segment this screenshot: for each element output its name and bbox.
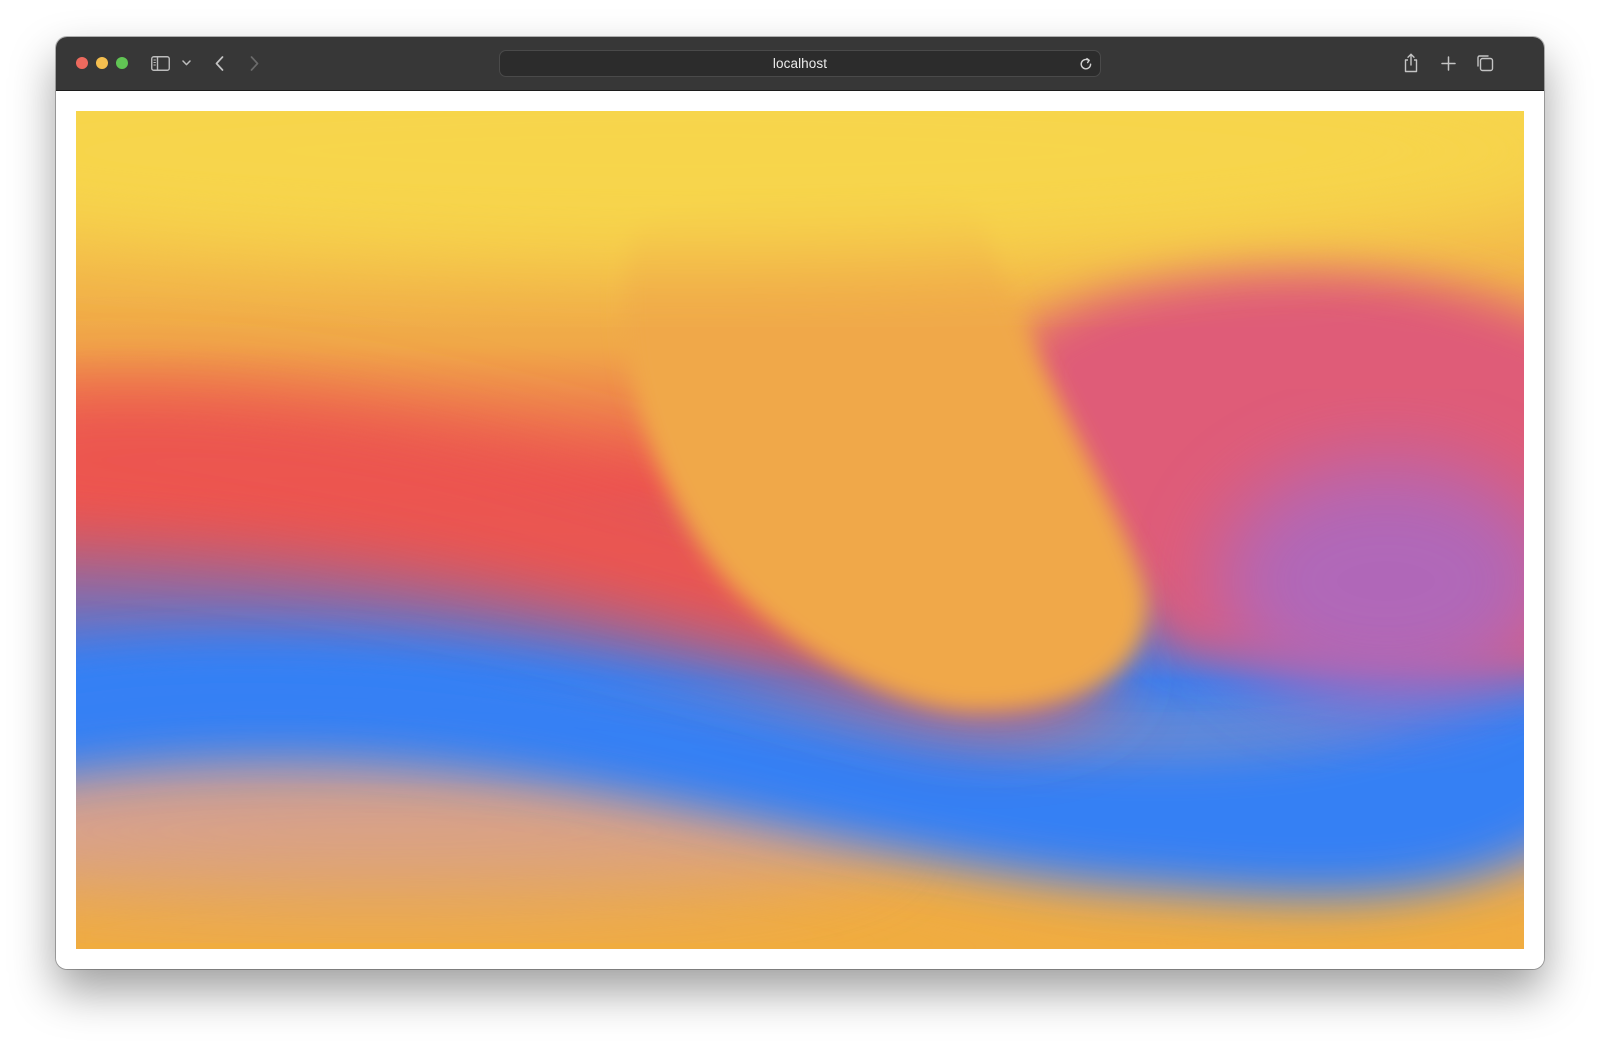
tabs-overview-icon [1477, 55, 1494, 72]
sidebar-menu-button[interactable] [180, 57, 192, 69]
minimize-window-button[interactable] [96, 57, 108, 69]
close-window-button[interactable] [76, 57, 88, 69]
share-icon [1404, 53, 1418, 73]
new-tab-button[interactable] [1438, 53, 1458, 73]
tab-overview-button[interactable] [1475, 53, 1495, 73]
share-button[interactable] [1401, 51, 1421, 75]
mesh-gradient-artwork [76, 111, 1524, 949]
browser-window: localhost [56, 37, 1544, 969]
back-icon [215, 55, 223, 71]
forward-icon [250, 55, 258, 71]
sidebar-toggle-button[interactable] [150, 54, 170, 72]
reload-icon [1080, 57, 1092, 70]
forward-button[interactable] [246, 53, 262, 73]
maximize-window-button[interactable] [116, 57, 128, 69]
address-bar[interactable]: localhost [499, 50, 1101, 77]
chevron-down-icon [181, 60, 191, 66]
gradient-canvas [76, 111, 1524, 949]
back-button[interactable] [211, 53, 227, 73]
plus-icon [1440, 55, 1456, 71]
address-bar-url: localhost [772, 56, 828, 71]
page-content [56, 91, 1544, 969]
sidebar-icon [150, 55, 170, 71]
reload-button[interactable] [1078, 56, 1094, 72]
browser-toolbar: localhost [56, 37, 1544, 91]
